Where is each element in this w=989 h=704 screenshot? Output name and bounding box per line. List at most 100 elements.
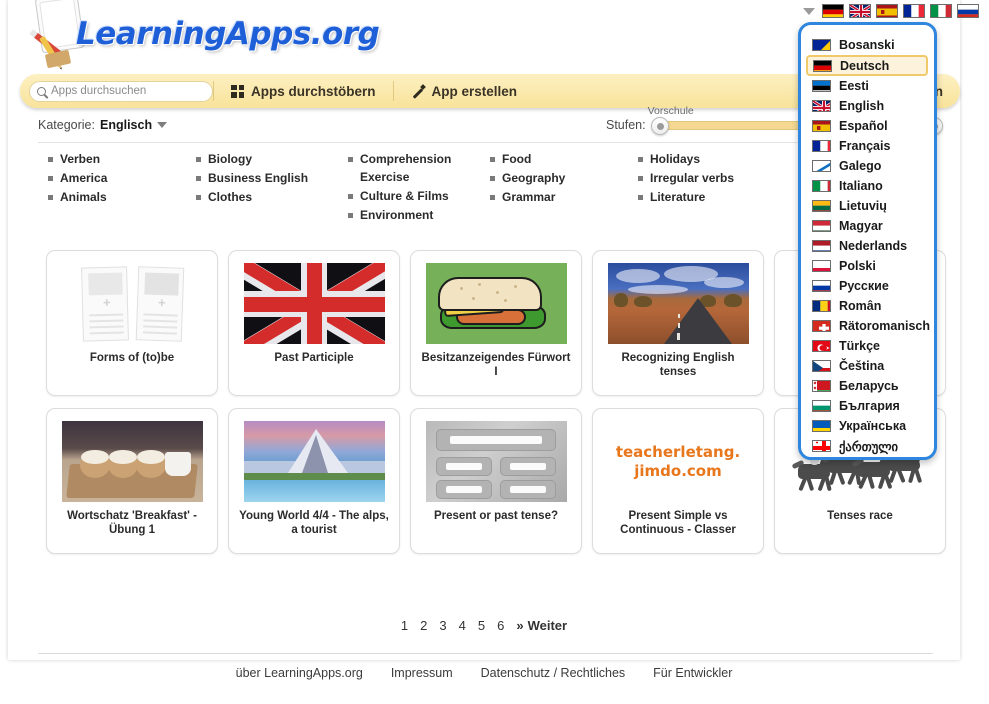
flag-de[interactable] <box>822 4 844 18</box>
tag-link[interactable]: Verben <box>46 150 194 168</box>
language-option-label: Nederlands <box>839 239 907 253</box>
language-option-label: Türkçe <box>839 339 880 353</box>
footer-divider <box>38 653 933 654</box>
placeholder-docs-icon: + + <box>62 263 203 344</box>
language-option-lt[interactable]: Lietuvių <box>801 196 934 216</box>
language-option-bg[interactable]: България <box>801 396 934 416</box>
app-card[interactable]: Besitzanzeigendes Fürwort I <box>410 250 582 396</box>
language-option-es[interactable]: Español <box>801 116 934 136</box>
tag-link[interactable]: Clothes <box>194 188 346 206</box>
language-option-gb[interactable]: English <box>801 96 934 116</box>
flag-it <box>812 180 831 192</box>
language-option-nl[interactable]: Nederlands <box>801 236 934 256</box>
sandwich-image <box>426 263 567 344</box>
language-option-ee[interactable]: Eesti <box>801 76 934 96</box>
flag-gl <box>812 160 831 172</box>
language-option-tr[interactable]: Türkçe <box>801 336 934 356</box>
page-link-4[interactable]: 4 <box>459 618 466 633</box>
language-option-label: Čeština <box>839 359 884 373</box>
language-option-fr[interactable]: Français <box>801 136 934 156</box>
nav-browse-apps[interactable]: Apps durchstöbern <box>214 74 393 108</box>
tag-link[interactable]: Irregular verbs <box>636 169 786 187</box>
site-logo-text[interactable]: LearningApps.org <box>76 16 379 52</box>
flag-ee <box>812 80 831 92</box>
language-option-cz[interactable]: Čeština <box>801 356 934 376</box>
language-flag-bar <box>803 4 979 18</box>
language-option-gl[interactable]: Galego <box>801 156 934 176</box>
language-option-pl[interactable]: Polski <box>801 256 934 276</box>
flag-fr <box>812 140 831 152</box>
language-option-it[interactable]: Italiano <box>801 176 934 196</box>
flag-it[interactable] <box>930 4 952 18</box>
app-card-title: Wortschatz 'Breakfast' - Übung 1 <box>57 509 207 537</box>
page-link-2[interactable]: 2 <box>420 618 427 633</box>
tag-link[interactable]: Comprehension Exercise <box>346 150 488 186</box>
tag-link[interactable]: Literature <box>636 188 786 206</box>
page-link-6[interactable]: 6 <box>497 618 504 633</box>
flag-nl <box>812 240 831 252</box>
footer-link-2[interactable]: Datenschutz / Rechtliches <box>481 666 626 680</box>
language-option-label: България <box>839 399 900 413</box>
tag-link[interactable]: Environment <box>346 206 488 224</box>
search-input[interactable]: Apps durchsuchen <box>51 85 146 97</box>
language-option-hu[interactable]: Magyar <box>801 216 934 236</box>
footer-link-3[interactable]: Für Entwickler <box>653 666 732 680</box>
language-option-ro[interactable]: Român <box>801 296 934 316</box>
app-card-title: Recognizing English tenses <box>603 351 753 379</box>
flag-fr[interactable] <box>903 4 925 18</box>
category-value: Englisch <box>100 118 152 132</box>
tag-link[interactable]: Biology <box>194 150 346 168</box>
flag-hu <box>812 220 831 232</box>
footer-link-0[interactable]: über LearningApps.org <box>236 666 363 680</box>
language-dropdown-menu[interactable]: BosanskiDeutschEestiEnglishEspañol França… <box>798 22 937 460</box>
app-thumbnail: teacherletang. jimdo.com <box>608 421 749 502</box>
app-card[interactable]: teacherletang. jimdo.com Present Simple … <box>592 408 764 554</box>
chevron-down-icon[interactable] <box>157 122 167 128</box>
language-option-ru[interactable]: Русские <box>801 276 934 296</box>
language-option-label: Français <box>839 139 890 153</box>
app-card[interactable]: + + Forms of (to)be <box>46 250 218 396</box>
app-card-title: Past Participle <box>239 351 389 365</box>
app-card[interactable]: Recognizing English tenses <box>592 250 764 396</box>
category-label: Kategorie: <box>38 118 95 132</box>
flag-gb[interactable] <box>849 4 871 18</box>
jimdo-logo-line2: jimdo.com <box>634 462 721 480</box>
app-thumbnail <box>62 421 203 502</box>
matterhorn-alps-image <box>244 421 385 502</box>
category-selector[interactable]: Kategorie: Englisch <box>38 118 167 132</box>
language-option-de[interactable]: Deutsch <box>806 55 928 76</box>
language-option-label: Українська <box>839 419 906 433</box>
app-card[interactable]: Wortschatz 'Breakfast' - Übung 1 <box>46 408 218 554</box>
next-page-link[interactable]: »Weiter <box>516 618 567 633</box>
tag-link[interactable]: America <box>46 169 194 187</box>
language-option-label: Беларусь <box>839 379 899 393</box>
tag-link[interactable]: Holidays <box>636 150 786 168</box>
search-box[interactable]: Apps durchsuchen <box>29 81 213 102</box>
next-chevron-icon: » <box>516 618 523 633</box>
tag-link[interactable]: Grammar <box>488 188 636 206</box>
tag-link[interactable]: Animals <box>46 188 194 206</box>
language-option-ge[interactable]: ქართული <box>801 436 934 456</box>
language-option-ba[interactable]: Bosanski <box>801 35 934 55</box>
app-thumbnail <box>244 263 385 344</box>
footer-link-1[interactable]: Impressum <box>391 666 453 680</box>
language-option-ua[interactable]: Українська <box>801 416 934 436</box>
language-caret-icon[interactable] <box>803 8 815 15</box>
language-option-by[interactable]: Беларусь <box>801 376 934 396</box>
flag-es[interactable] <box>876 4 898 18</box>
page-link-3[interactable]: 3 <box>439 618 446 633</box>
levels-slider-handle-left[interactable] <box>651 117 669 135</box>
nav-create-app[interactable]: App erstellen <box>394 74 535 108</box>
levels-slider-tooltip: Vorschule <box>648 105 694 117</box>
tag-link[interactable]: Food <box>488 150 636 168</box>
tag-link[interactable]: Culture & Films <box>346 187 488 205</box>
app-card[interactable]: Past Participle <box>228 250 400 396</box>
page-link-1[interactable]: 1 <box>401 618 408 633</box>
tag-link[interactable]: Geography <box>488 169 636 187</box>
tag-link[interactable]: Business English <box>194 169 346 187</box>
flag-ru[interactable] <box>957 4 979 18</box>
app-card[interactable]: Present or past tense? <box>410 408 582 554</box>
page-link-5[interactable]: 5 <box>478 618 485 633</box>
app-card[interactable]: Young World 4/4 - The alps, a tourist <box>228 408 400 554</box>
language-option-ch[interactable]: Rätoromanisch <box>801 316 934 336</box>
